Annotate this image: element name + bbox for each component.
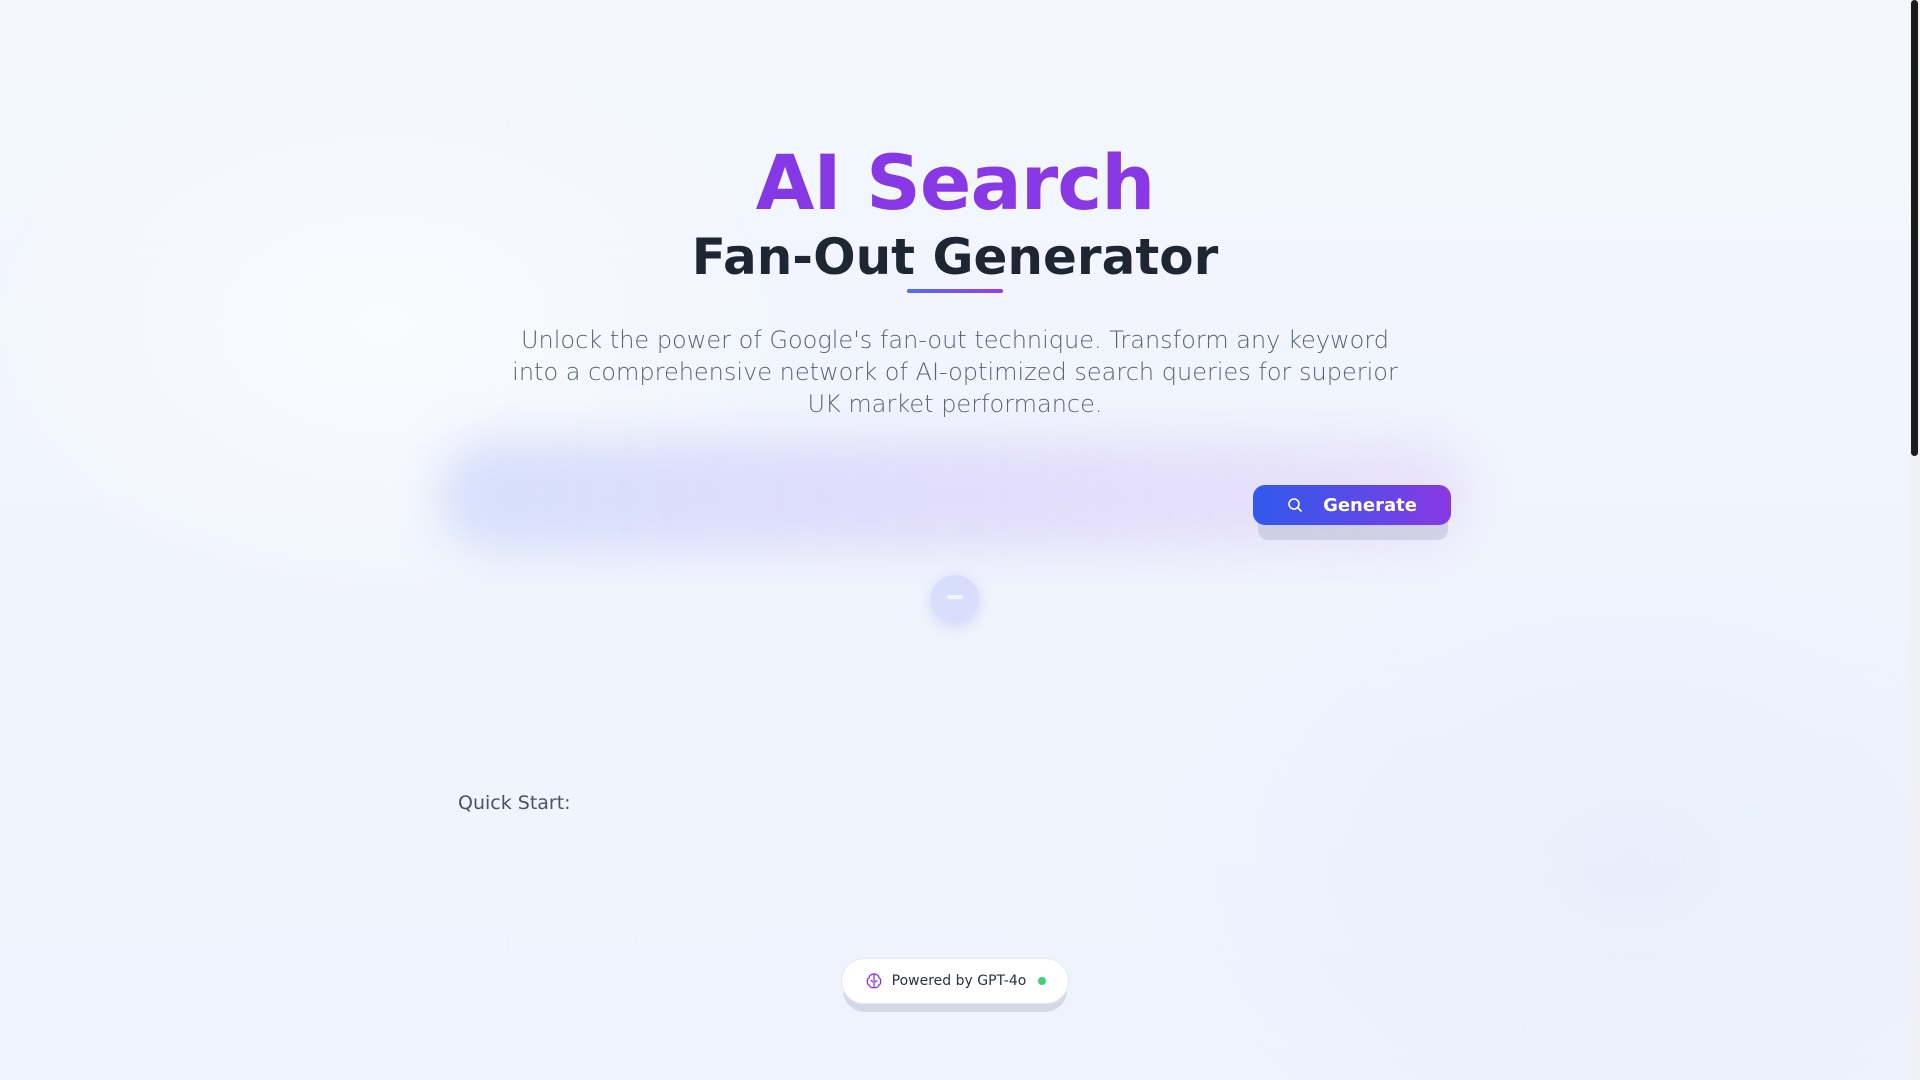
status-online-dot (1038, 977, 1047, 985)
keyword-search-input[interactable] (460, 470, 1240, 540)
generate-button[interactable]: Generate (1253, 485, 1451, 525)
powered-by-badge: Powered by GPT-4o (841, 958, 1069, 1004)
page-description: Unlock the power of Google's fan-out tec… (512, 326, 1398, 418)
loading-indicator (931, 575, 979, 623)
main-page: AI Search Fan-Out Generator Unlock the p… (0, 0, 1910, 1080)
title-underline (907, 289, 1003, 293)
scrollbar-thumb[interactable] (1911, 0, 1918, 456)
search-icon (1287, 497, 1303, 513)
generate-button-label: Generate (1323, 494, 1417, 516)
page-title: AI Search (0, 138, 1910, 228)
page-subtitle: Fan-Out Generator (691, 228, 1219, 286)
powered-by-label: Powered by GPT-4o (891, 973, 1027, 989)
brain-icon (864, 971, 884, 991)
quick-start-label: Quick Start: (458, 792, 571, 814)
